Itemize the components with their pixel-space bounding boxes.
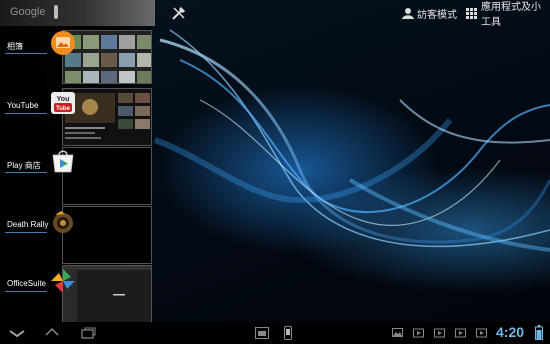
recent-apps-icon[interactable] [80, 325, 96, 341]
phone-icon[interactable] [282, 325, 294, 341]
gallery-thumbnail [63, 31, 151, 83]
guest-mode-label: 訪客模式 [417, 9, 457, 21]
guest-mode-button[interactable]: 訪客模式 [402, 6, 457, 21]
video-notification-icon[interactable] [413, 327, 424, 338]
label-divider [5, 232, 47, 233]
recent-app-label: YouTube [7, 101, 39, 110]
recent-app-label: Play 商店 [7, 161, 41, 170]
video-notification-icon[interactable] [455, 327, 466, 338]
clock[interactable]: 4:20 [496, 324, 524, 340]
gallery-icon [51, 31, 75, 55]
svg-text:Tube: Tube [56, 106, 71, 112]
settings-tools-icon[interactable] [170, 4, 188, 22]
user-icon [402, 8, 414, 19]
top-bar: Google 訪客模式 應用程式及小工具 [0, 0, 550, 28]
play-store-thumbnail [63, 148, 151, 204]
label-divider [5, 291, 47, 292]
death-rally-thumbnail [63, 207, 151, 263]
gallery-notification-icon[interactable] [392, 327, 403, 338]
recent-apps-panel: 相簿 YouTube You Tube Play 商店 Death Rally … [0, 26, 152, 323]
recent-app-label: 相簿 [7, 42, 23, 51]
apps-widgets-label: 應用程式及小工具 [481, 2, 541, 28]
google-search-bar[interactable]: Google [0, 0, 155, 26]
apps-widgets-button[interactable]: 應用程式及小工具 [466, 2, 550, 28]
youtube-thumbnail [63, 89, 151, 145]
label-divider [5, 172, 47, 173]
label-divider [5, 53, 47, 54]
home-icon[interactable] [44, 325, 60, 341]
screenshot-icon[interactable] [254, 325, 270, 341]
back-icon[interactable] [8, 325, 26, 341]
youtube-icon: You Tube [51, 92, 75, 114]
death-rally-icon [53, 211, 73, 233]
video-notification-icon[interactable] [476, 327, 487, 338]
officesuite-thumbnail [63, 266, 151, 322]
label-divider [5, 113, 47, 114]
system-nav-bar: 4:20 [0, 322, 550, 344]
recent-app-label: OfficeSuite [7, 279, 46, 288]
video-notification-icon[interactable] [434, 327, 445, 338]
svg-text:You: You [57, 96, 70, 103]
play-store-icon [52, 150, 74, 173]
search-brand: Google [10, 6, 46, 18]
app-grid-icon [466, 7, 477, 19]
battery-icon[interactable] [535, 325, 543, 340]
recent-app-label: Death Rally [7, 220, 49, 229]
officesuite-icon [51, 269, 75, 293]
voice-search-icon[interactable] [54, 5, 58, 19]
